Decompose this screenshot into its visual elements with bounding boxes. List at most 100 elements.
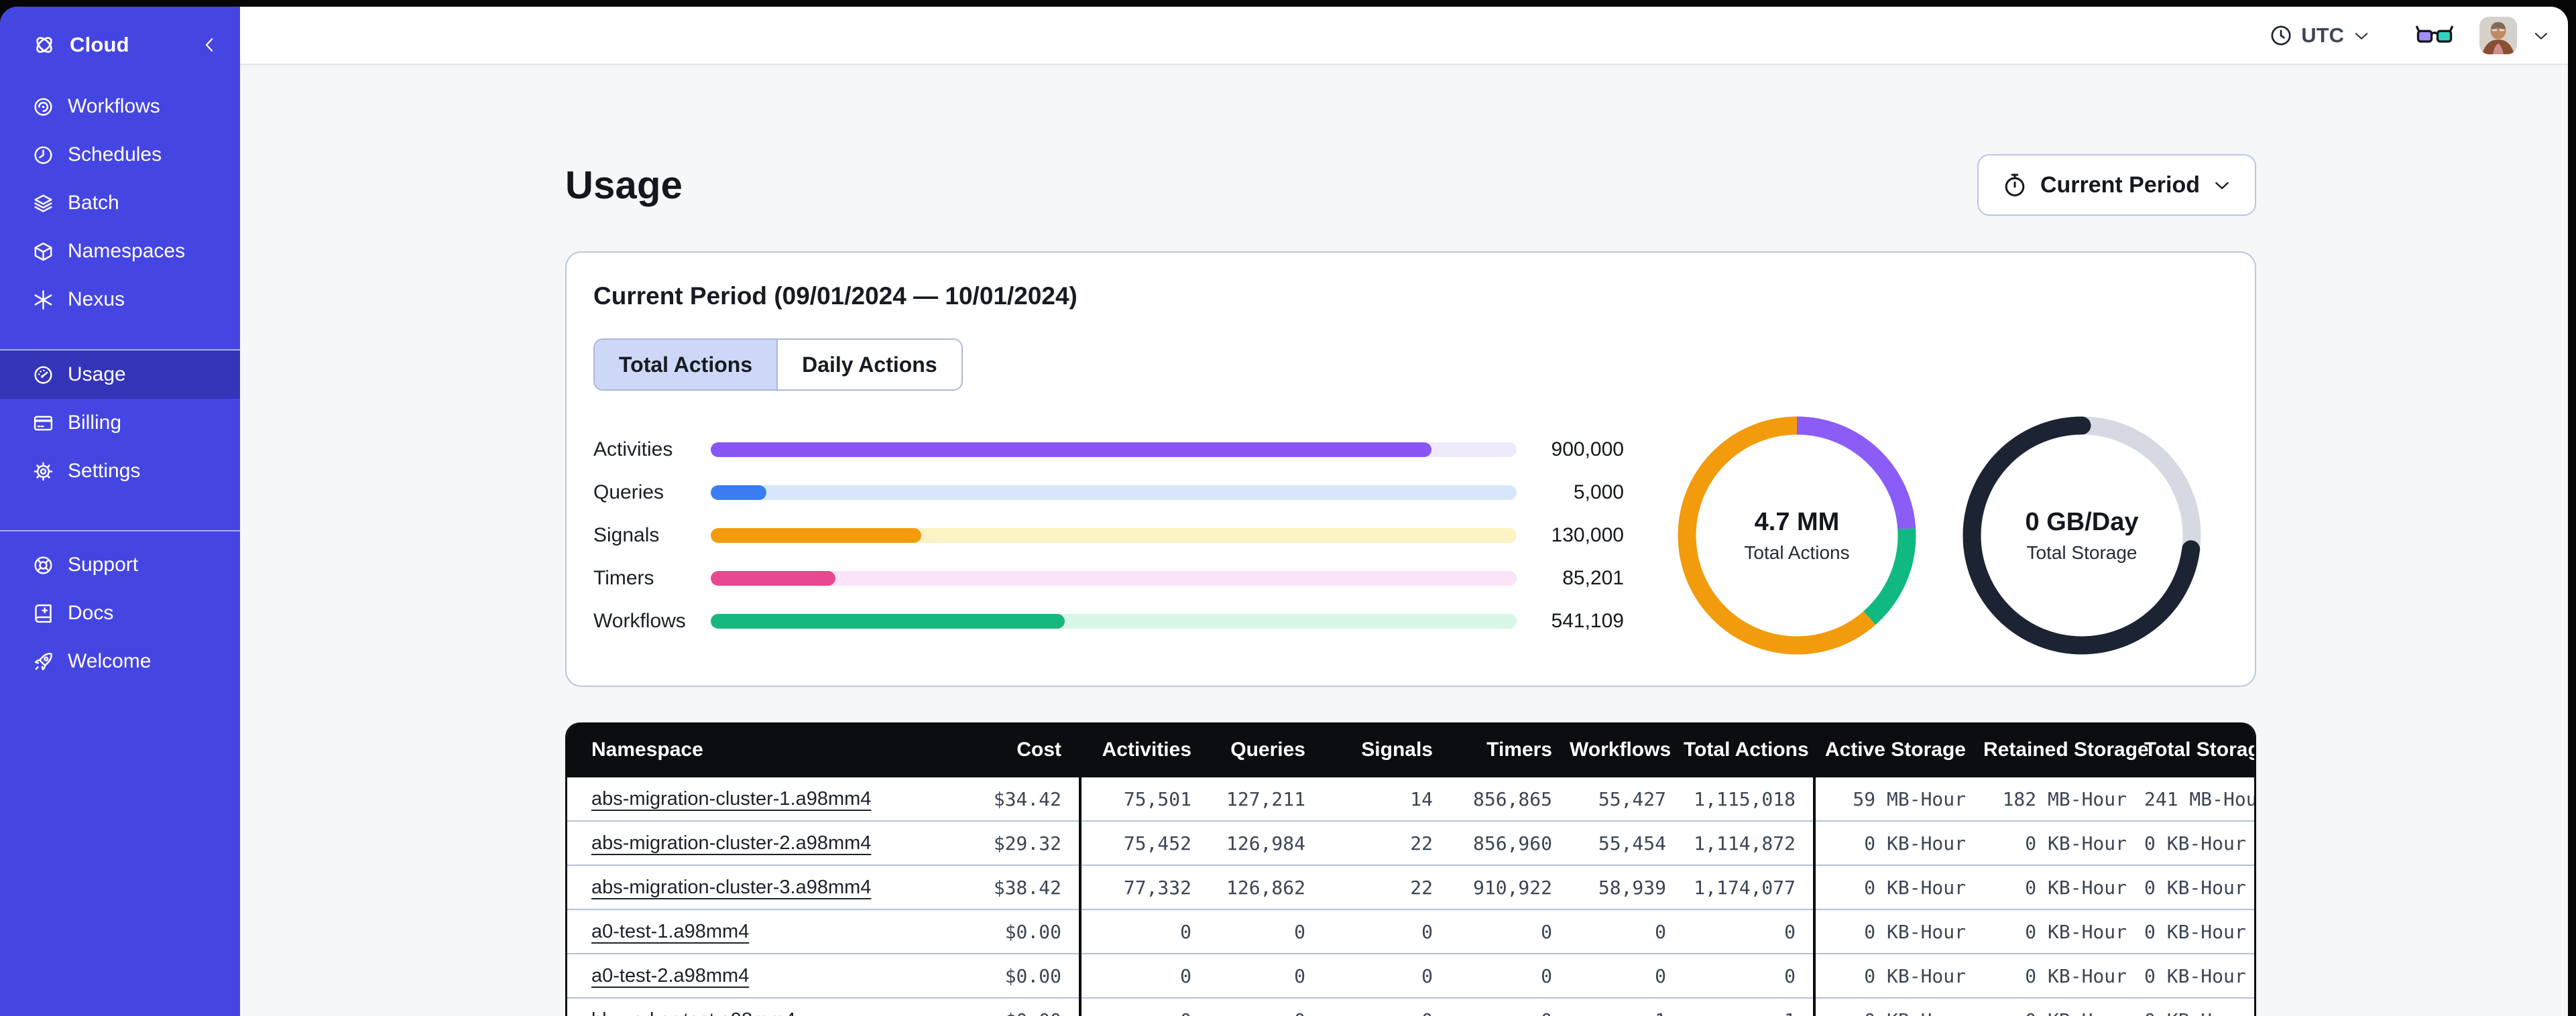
- sidebar-item-label: Usage: [68, 363, 126, 385]
- cell-signals: 0: [1323, 909, 1450, 954]
- donut-value: 4.7 MM: [1754, 507, 1840, 536]
- usage-bar-signals: Signals 130,000: [593, 514, 1624, 557]
- sidebar-item-label: Schedules: [68, 143, 162, 166]
- batch-icon: [32, 192, 54, 214]
- cell-active-storage: 0 KB-Hour: [1813, 820, 1983, 865]
- namespace-link[interactable]: abs-migration-cluster-1.a98mm4: [591, 788, 871, 810]
- namespace-link[interactable]: abs-migration-cluster-3.a98mm4: [591, 877, 871, 898]
- usage-icon: [32, 364, 54, 386]
- cell-timers: 910,922: [1450, 865, 1570, 909]
- avatar[interactable]: [2479, 16, 2517, 54]
- sidebar-item-label: Support: [68, 554, 139, 576]
- usage-bar-queries: Queries 5,000: [593, 471, 1624, 514]
- bar-value: 900,000: [1551, 438, 1624, 460]
- cell-cost: $0.00: [943, 909, 1080, 954]
- sidebar-collapse-button[interactable]: [200, 35, 220, 55]
- donut-center: 0 GB/Day Total Storage: [1963, 416, 2201, 655]
- bar-value: 541,109: [1551, 610, 1624, 632]
- chevron-down-icon: [2212, 175, 2232, 195]
- namespace-link[interactable]: bk-worker-test.a98mm4: [591, 1009, 796, 1016]
- sidebar-item-label: Settings: [68, 460, 141, 482]
- cell-workflows: 0: [1570, 953, 1684, 998]
- column-header-namespace: Namespace: [567, 722, 943, 777]
- bar-label: Signals: [593, 524, 660, 546]
- sidebar-item-namespaces[interactable]: Namespaces: [0, 227, 240, 275]
- cell-signals: 22: [1323, 820, 1450, 865]
- account-chevron-down-icon[interactable]: [2532, 26, 2551, 45]
- usage-summary-card: Current Period (09/01/2024 — 10/01/2024)…: [565, 251, 2256, 687]
- cell-total-storage: 0 KB-Hour: [2144, 953, 2254, 998]
- bar-track: [711, 528, 1517, 543]
- column-header-active-storage: Active Storage: [1813, 722, 1983, 777]
- sidebar-item-support[interactable]: Support: [0, 541, 240, 589]
- support-icon: [32, 554, 54, 576]
- sidebar-item-label: Welcome: [68, 650, 152, 672]
- clock-icon: [2269, 23, 2293, 48]
- sidebar-item-schedules[interactable]: Schedules: [0, 131, 240, 179]
- period-selector-button[interactable]: Current Period: [1977, 154, 2256, 216]
- column-header-queries: Queries: [1209, 722, 1323, 777]
- cell-total-actions: 1,174,077: [1684, 865, 1814, 909]
- cell-timers: 856,865: [1472, 787, 1552, 810]
- table-row: abs-migration-cluster-3.a98mm4 $38.42 77,3…: [567, 865, 2254, 909]
- bar-value: 5,000: [1573, 481, 1624, 503]
- page-title: Usage: [565, 163, 683, 207]
- namespace-link[interactable]: a0-test-2.a98mm4: [591, 965, 749, 987]
- cell-active-storage: 0 KB-Hour: [1813, 865, 1983, 909]
- column-header-total-storage: Total Storage: [2144, 722, 2254, 777]
- namespace-usage-table: Namespace Cost Activities Queries Signals Tim…: [565, 722, 2256, 1016]
- sidebar-item-label: Nexus: [68, 288, 125, 310]
- bar-value: 130,000: [1551, 524, 1624, 546]
- cell-retained-storage: 0 KB-Hour: [1983, 997, 2144, 1016]
- sidebar-item-usage[interactable]: Usage: [0, 351, 240, 399]
- column-header-signals: Signals: [1323, 722, 1450, 777]
- sidebar-item-nexus[interactable]: Nexus: [0, 275, 240, 324]
- table-row: bk-worker-test.a98mm4$0.000000110 KB-Hou…: [567, 997, 2254, 1016]
- column-header-retained-storage: Retained Storage: [1983, 722, 2149, 777]
- tab-daily-actions[interactable]: Daily Actions: [776, 340, 961, 389]
- cell-workflows: 58,939: [1570, 865, 1684, 909]
- sidebar-item-billing[interactable]: Billing: [0, 399, 240, 447]
- bar-label: Timers: [593, 567, 654, 589]
- bar-label: Activities: [593, 438, 673, 460]
- cell-total-actions: 1: [1684, 997, 1814, 1016]
- cell-timers: 0: [1450, 909, 1570, 954]
- cell-signals: 0: [1323, 953, 1450, 998]
- sidebar-item-workflows[interactable]: Workflows: [0, 82, 240, 131]
- bar-track: [711, 614, 1517, 629]
- labs-glasses-icon[interactable]: [2415, 23, 2454, 48]
- cell-cost: $29.32: [943, 820, 1080, 865]
- cell-active-storage: 0 KB-Hour: [1813, 953, 1983, 998]
- table-row: a0-test-1.a98mm4 $0.00 0 0 0 0 0 0 0 KB-Hour 0 KB…: [567, 909, 2254, 954]
- namespace-link[interactable]: abs-migration-cluster-2.a98mm4: [591, 832, 871, 854]
- cell-signals: 14: [1410, 787, 1433, 810]
- cell-retained-storage: 0 KB-Hour: [1983, 953, 2144, 998]
- cell-active-storage: 0 KB-Hour: [1813, 997, 1983, 1016]
- total-actions-donut: 4.7 MM Total Actions: [1678, 416, 1916, 655]
- sidebar-item-batch[interactable]: Batch: [0, 179, 240, 227]
- sidebar-item-welcome[interactable]: Welcome: [0, 637, 240, 686]
- sidebar-divider: [0, 530, 240, 531]
- tab-total-actions[interactable]: Total Actions: [595, 340, 777, 389]
- chevron-down-icon: [2352, 26, 2371, 45]
- sidebar-item-label: Billing: [68, 411, 122, 434]
- cell-total-actions: 0: [1684, 953, 1814, 998]
- stopwatch-icon: [2001, 172, 2028, 198]
- nexus-icon: [32, 289, 54, 311]
- namespace-link[interactable]: a0-test-1.a98mm4: [591, 921, 749, 942]
- actions-bar-chart: Activities 900,000 Queries 5,000 Signals 130,…: [593, 428, 1624, 643]
- sidebar-item-settings[interactable]: Settings: [0, 447, 240, 495]
- bar-fill: [711, 614, 1065, 629]
- timezone-selector[interactable]: UTC: [2269, 23, 2371, 48]
- cell-queries: 126,862: [1209, 865, 1323, 909]
- cell-retained-storage: 182 MB-Hour: [2002, 787, 2127, 810]
- sidebar-item-docs[interactable]: Docs: [0, 589, 240, 637]
- table-row: abs-migration-cluster-2.a98mm4 $29.32 75,4…: [567, 820, 2254, 865]
- cell-total-actions: 0: [1684, 909, 1814, 954]
- main-area: UTC Usage Current Period Current Period …: [240, 7, 2568, 1016]
- cell-activities: 0: [1079, 997, 1209, 1016]
- cell-total-actions: 1,114,872: [1684, 820, 1814, 865]
- column-header-workflows: Workflows: [1570, 722, 1684, 777]
- usage-bar-timers: Timers 85,201: [593, 557, 1624, 600]
- cell-cost: $0.00: [943, 953, 1080, 998]
